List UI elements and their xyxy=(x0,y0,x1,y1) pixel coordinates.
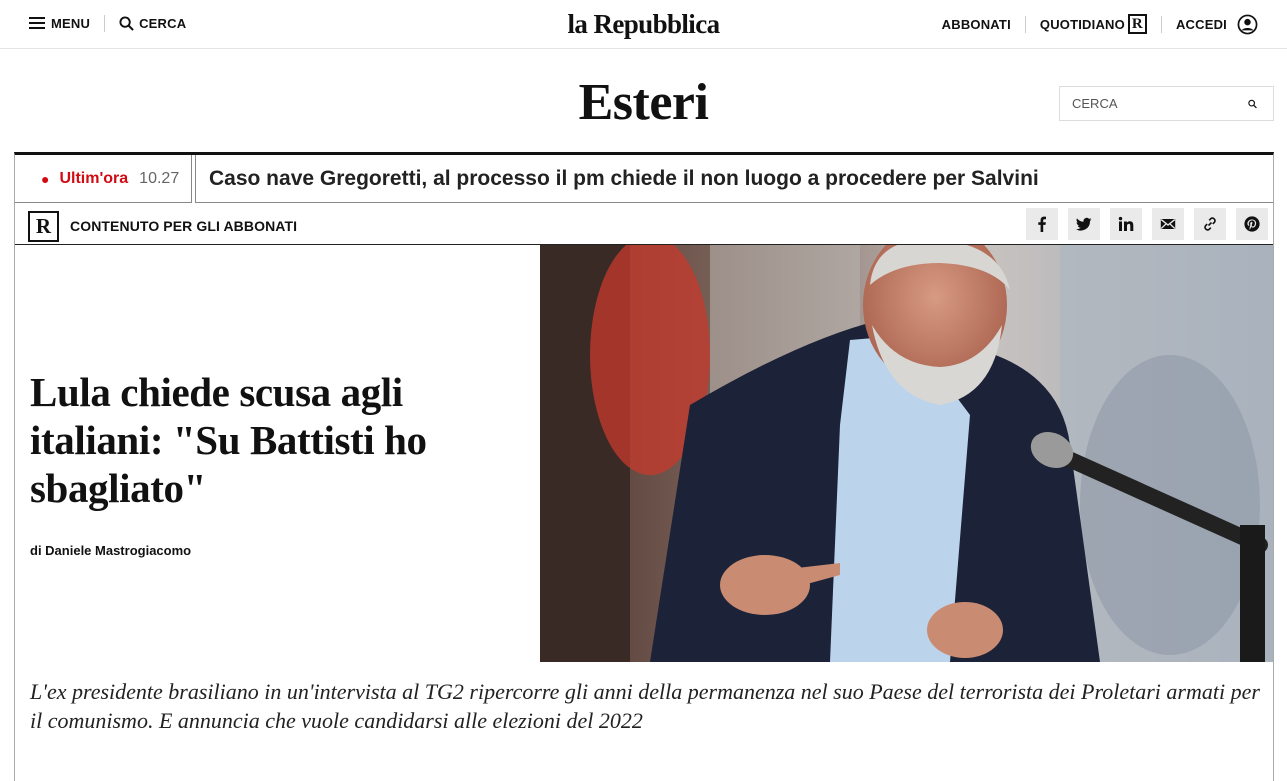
share-link-button[interactable] xyxy=(1194,208,1226,240)
nav-right: ABBONATI QUOTIDIANO R ACCEDI xyxy=(942,13,1258,35)
breaking-time: 10.27 xyxy=(139,169,180,187)
article-photo xyxy=(540,245,1273,662)
breaking-headline[interactable]: Caso nave Gregoretti, al processo il pm … xyxy=(195,155,1273,203)
section-search-box xyxy=(1059,86,1274,121)
article-byline: di Daniele Mastrogiacomo xyxy=(30,543,192,558)
linkedin-icon xyxy=(1118,216,1134,231)
link-icon xyxy=(1204,217,1216,231)
login-label: ACCEDI xyxy=(1175,16,1227,32)
share-linkedin-button[interactable] xyxy=(1110,208,1142,240)
share-twitter-button[interactable] xyxy=(1068,208,1100,240)
breaking-label-box: ● Ultim'ora 10.27 xyxy=(15,155,192,203)
subscriber-label: CONTENUTO PER GLI ABBONATI xyxy=(70,218,298,234)
share-pinterest-button[interactable] xyxy=(1236,208,1268,240)
top-navigation: MENU CERCA la Repubblica ABBONATI QUOTID… xyxy=(0,0,1287,49)
mail-icon xyxy=(1160,219,1176,229)
search-icon[interactable] xyxy=(1248,96,1257,112)
article-headline[interactable]: Lula chiede scusa agli italiani: "Su Bat… xyxy=(30,368,510,512)
facebook-icon xyxy=(1038,216,1046,232)
pinterest-icon xyxy=(1244,216,1260,232)
subscribe-link[interactable]: ABBONATI xyxy=(942,17,1011,32)
section-search-input[interactable] xyxy=(1060,87,1248,120)
login-button[interactable]: ACCEDI xyxy=(1176,14,1258,35)
newspaper-link[interactable]: QUOTIDIANO R xyxy=(1040,14,1147,34)
nav-divider xyxy=(1160,15,1162,33)
live-dot-icon: ● xyxy=(41,170,50,187)
nav-divider xyxy=(1024,15,1026,33)
share-toolbar xyxy=(1016,208,1268,240)
newspaper-label: QUOTIDIANO xyxy=(1039,16,1125,32)
article-container: ● Ultim'ora 10.27 Caso nave Gregoretti, … xyxy=(14,152,1274,781)
repubblica-r-icon: R xyxy=(1127,14,1147,34)
repubblica-r-icon: R xyxy=(28,211,59,242)
breaking-news-bar: ● Ultim'ora 10.27 Caso nave Gregoretti, … xyxy=(15,155,1273,203)
twitter-icon xyxy=(1076,217,1092,231)
user-icon xyxy=(1237,14,1258,34)
breaking-label: Ultim'ora xyxy=(59,169,129,187)
share-facebook-button[interactable] xyxy=(1026,208,1058,240)
article-summary: L'ex presidente brasiliano in un'intervi… xyxy=(30,679,1260,733)
share-mail-button[interactable] xyxy=(1152,208,1184,240)
subscriber-bar: R CONTENUTO PER GLI ABBONATI xyxy=(15,203,1273,245)
logo-link[interactable]: la Repubblica xyxy=(568,9,721,39)
